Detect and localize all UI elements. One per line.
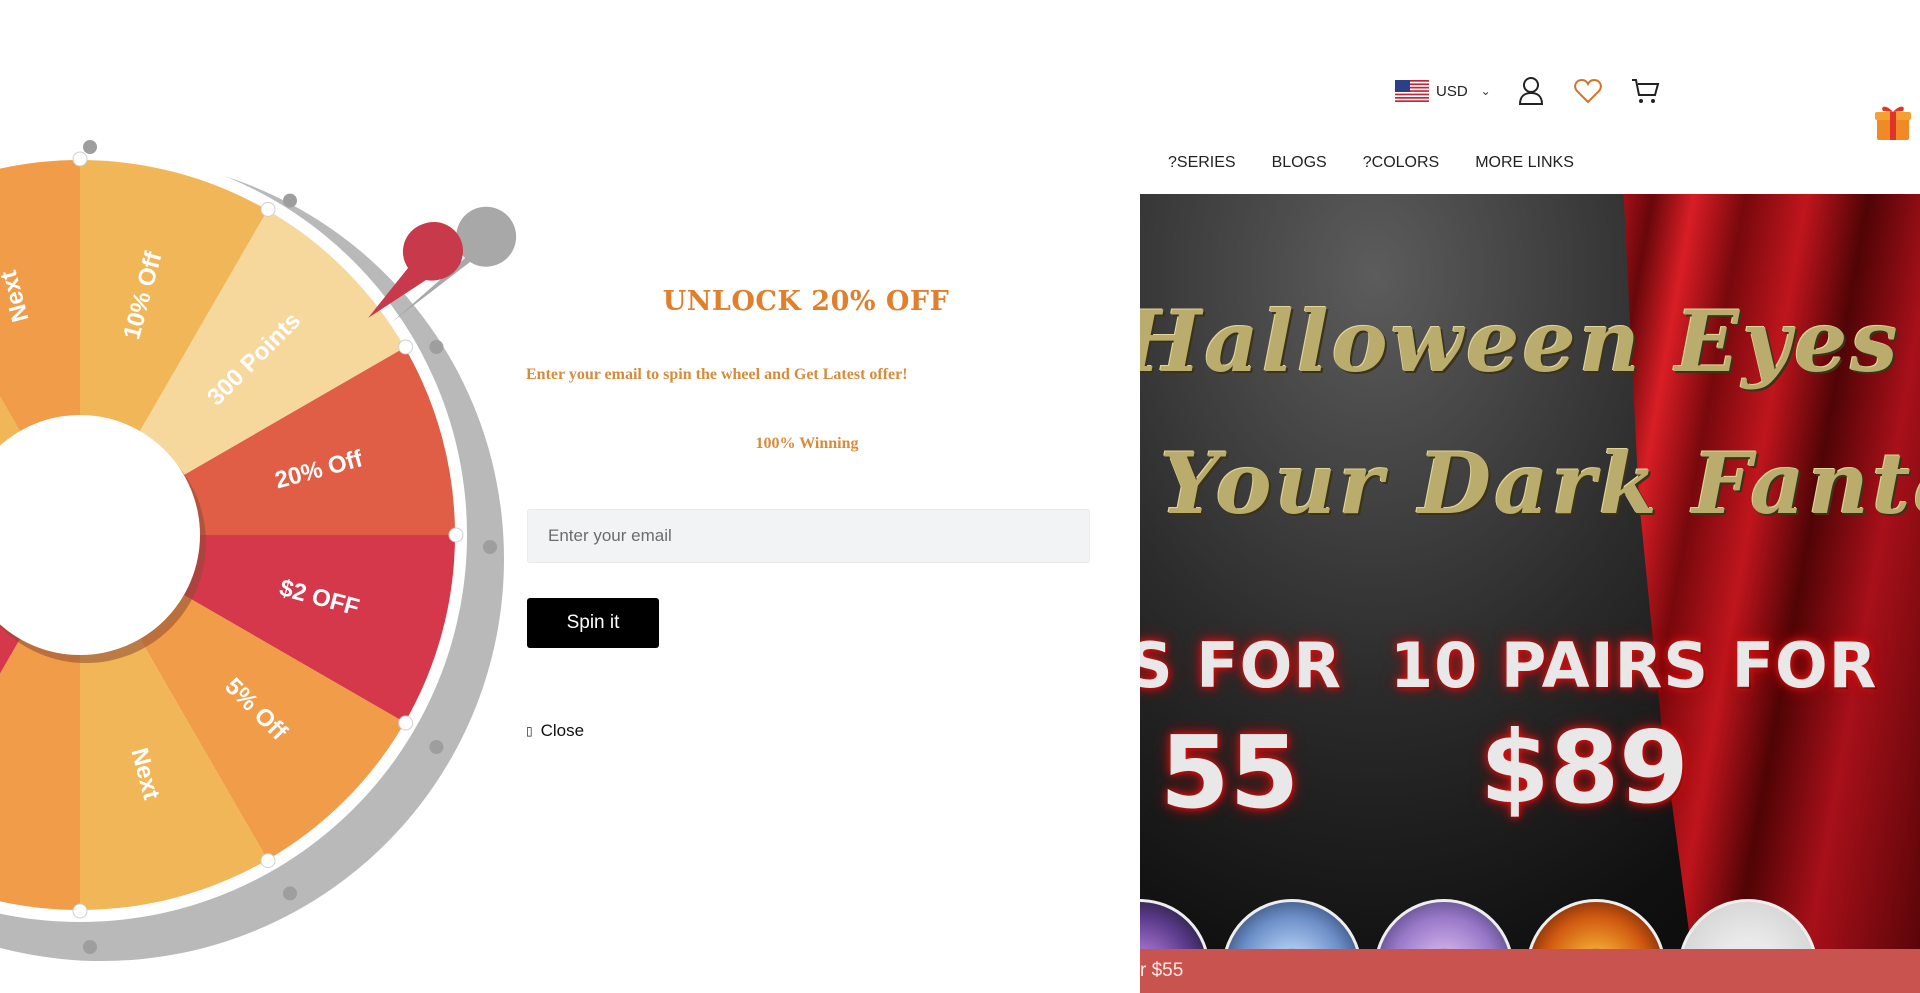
popup-title: UNLOCK 20% OFF	[662, 286, 950, 317]
winning-note: 100% Winning	[755, 435, 859, 452]
wheel-peg-shadow	[429, 740, 444, 754]
wheel-pointer-knob	[405, 222, 463, 280]
wheel-peg	[398, 339, 414, 355]
nav-colors[interactable]: ?COLORS	[1363, 154, 1439, 172]
wheel-peg-shadow	[429, 340, 444, 354]
close-button[interactable]: ▯ Close	[526, 721, 584, 741]
wheel-peg-shadow	[283, 193, 297, 208]
account-icon[interactable]	[1515, 74, 1547, 108]
promo-bar[interactable]: r $55	[1140, 949, 1920, 993]
currency-label: USD	[1436, 82, 1468, 100]
wheel-peg-shadow	[83, 940, 97, 954]
wheel-peg	[398, 715, 414, 731]
wheel-peg	[260, 853, 276, 869]
offer-left-price: 55	[1160, 714, 1300, 831]
hero-banner[interactable]: Halloween Eyes Your Dark Fantasy S FOR 5…	[1140, 194, 1920, 993]
hero-headline-2: Your Dark Fantasy	[1160, 434, 1920, 533]
header-tools: USD ⌄	[1395, 74, 1491, 108]
gift-icon[interactable]	[1874, 102, 1912, 142]
wheel-peg-shadow	[483, 540, 497, 554]
chevron-down-icon: ⌄	[1480, 84, 1491, 98]
cart-icon[interactable]	[1629, 74, 1661, 108]
spin-wheel: 10% Off 300 Points 20% Off $2 OFF 5% Off Next…	[0, 0, 520, 993]
hero-headline-1: Halloween Eyes	[1140, 292, 1901, 391]
wheel-peg	[448, 527, 464, 543]
email-input[interactable]	[527, 509, 1090, 563]
offer-right-line1: 10 PAIRS FOR	[1390, 629, 1878, 702]
wheel-peg-shadow	[283, 886, 297, 901]
close-label: Close	[540, 721, 585, 740]
wheel-peg	[72, 151, 88, 167]
wheel-peg	[260, 201, 276, 217]
wheel-graphic: 10% Off300 Points20% Off$2 OFF5% OffNext…	[0, 140, 517, 961]
close-icon: ▯	[526, 724, 533, 738]
popup-subtitle: Enter your email to spin the wheel and G…	[526, 366, 908, 383]
nav-more-links[interactable]: MORE LINKS	[1475, 154, 1574, 172]
offer-right-price: $89	[1480, 709, 1689, 826]
currency-selector[interactable]: USD ⌄	[1395, 80, 1491, 102]
wishlist-heart-icon[interactable]	[1572, 74, 1604, 108]
wheel-peg-shadow	[83, 140, 97, 154]
nav-series[interactable]: ?SERIES	[1168, 154, 1236, 172]
main-nav: ?SERIES BLOGS ?COLORS MORE LINKS	[1168, 154, 1574, 172]
spin-wheel-popup: 10% Off 300 Points 20% Off $2 OFF 5% Off Next…	[0, 0, 1140, 993]
us-flag-icon	[1395, 80, 1429, 102]
spin-button[interactable]: Spin it	[527, 598, 659, 648]
nav-blogs[interactable]: BLOGS	[1272, 154, 1327, 172]
offer-left-line1: S FOR	[1140, 629, 1343, 702]
wheel-peg	[72, 903, 88, 919]
